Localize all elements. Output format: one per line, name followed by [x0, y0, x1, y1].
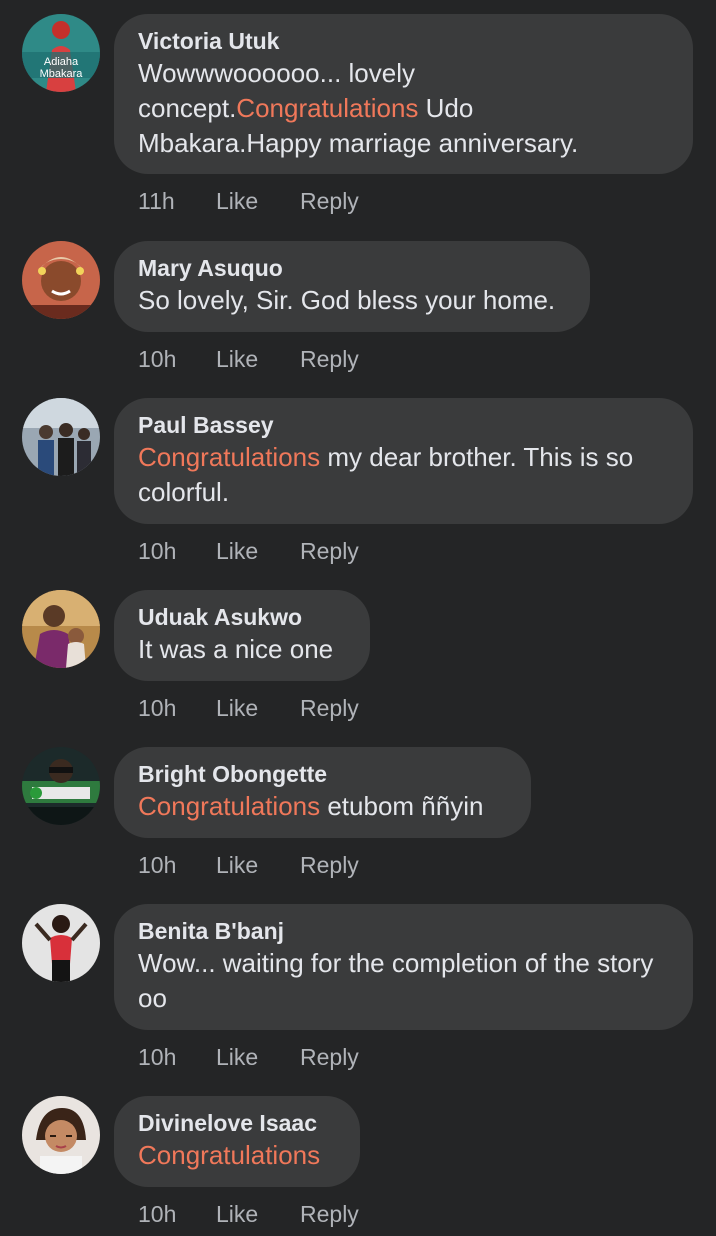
comment-author[interactable]: Paul Bassey: [138, 410, 669, 440]
like-button[interactable]: Like: [216, 693, 300, 723]
comment-text-part: etubom ññyin: [320, 791, 484, 821]
highlighted-word[interactable]: Congratulations: [138, 1140, 320, 1170]
comment-text: It was a nice one: [138, 634, 334, 664]
comment-actions: 10h Like Reply: [138, 850, 359, 880]
comment-author[interactable]: Mary Asuquo: [138, 253, 566, 283]
comment-author[interactable]: Bright Obongette: [138, 759, 507, 789]
comment-author[interactable]: Victoria Utuk: [138, 26, 669, 56]
reply-button[interactable]: Reply: [300, 186, 359, 216]
comment-bubble: Divinelove Isaac Congratulations: [114, 1096, 360, 1187]
avatar-image: [22, 590, 100, 668]
comment-bubble: Uduak Asukwo It was a nice one: [114, 590, 370, 681]
highlighted-word[interactable]: Congratulations: [236, 93, 418, 123]
comment-bubble: Victoria Utuk Wowwwoooooo... lovely conc…: [114, 14, 693, 174]
comment-actions: 10h Like Reply: [138, 1042, 359, 1072]
comment-actions: 10h Like Reply: [138, 344, 359, 374]
comment-author[interactable]: Benita B'banj: [138, 916, 669, 946]
comment-bubble: Paul Bassey Congratulations my dear brot…: [114, 398, 693, 524]
comment-bubble: Bright Obongette Congratulations etubom …: [114, 747, 531, 838]
comment-text-part: Wowwwoooooo... lovely: [138, 58, 415, 88]
comment-text: Congratulations etubom ññyin: [138, 789, 507, 824]
avatar-image: [22, 1096, 100, 1174]
comment-text: Wow... waiting for the completion of the…: [138, 948, 654, 1013]
avatar-caption-line-1: Adiaha: [44, 56, 79, 68]
reply-button[interactable]: Reply: [300, 850, 359, 880]
comment-text: So lovely, Sir. God bless your home.: [138, 285, 556, 315]
reply-button[interactable]: Reply: [300, 344, 359, 374]
comment-actions: 11h Like Reply: [138, 186, 359, 216]
avatar[interactable]: [22, 398, 100, 476]
avatar[interactable]: [22, 747, 100, 825]
like-button[interactable]: Like: [216, 850, 300, 880]
like-button[interactable]: Like: [216, 1042, 300, 1072]
comment-actions: 10h Like Reply: [138, 693, 359, 723]
avatar-image: [22, 398, 100, 476]
comment-timestamp[interactable]: 10h: [138, 693, 216, 723]
avatar[interactable]: [22, 590, 100, 668]
comment-timestamp[interactable]: 10h: [138, 536, 216, 566]
comment-text-part: Udo: [418, 93, 474, 123]
avatar-image: Adiaha Mbakara: [22, 14, 100, 92]
comment-actions: 10h Like Reply: [138, 536, 359, 566]
avatar-image: [22, 747, 100, 825]
like-button[interactable]: Like: [216, 344, 300, 374]
comment-bubble: Benita B'banj Wow... waiting for the com…: [114, 904, 693, 1030]
avatar-image: [22, 904, 100, 982]
avatar[interactable]: [22, 1096, 100, 1174]
comment-author[interactable]: Uduak Asukwo: [138, 602, 346, 632]
reply-button[interactable]: Reply: [300, 1199, 359, 1229]
comment-bubble: Mary Asuquo So lovely, Sir. God bless yo…: [114, 241, 590, 332]
comment-text: Congratulations my dear brother. This is…: [138, 440, 669, 510]
avatar[interactable]: Adiaha Mbakara: [22, 14, 100, 92]
avatar[interactable]: [22, 904, 100, 982]
avatar-caption-line-2: Mbakara: [40, 68, 84, 80]
comment-text-part: concept.: [138, 93, 237, 123]
comment-text: Congratulations: [138, 1138, 336, 1173]
like-button[interactable]: Like: [216, 1199, 300, 1229]
comment-actions: 10h Like Reply: [138, 1199, 359, 1229]
highlighted-word[interactable]: Congratulations: [138, 791, 320, 821]
comment-timestamp[interactable]: 10h: [138, 1042, 216, 1072]
reply-button[interactable]: Reply: [300, 536, 359, 566]
avatar[interactable]: [22, 241, 100, 319]
comment-timestamp[interactable]: 10h: [138, 344, 216, 374]
avatar-image: [22, 241, 100, 319]
comment-timestamp[interactable]: 10h: [138, 1199, 216, 1229]
comment-timestamp[interactable]: 10h: [138, 850, 216, 880]
like-button[interactable]: Like: [216, 536, 300, 566]
reply-button[interactable]: Reply: [300, 693, 359, 723]
comment-text-part: Mbakara.Happy marriage anniversary.: [138, 128, 579, 158]
reply-button[interactable]: Reply: [300, 1042, 359, 1072]
highlighted-word[interactable]: Congratulations: [138, 442, 320, 472]
comment-timestamp[interactable]: 11h: [138, 186, 216, 216]
comment-author[interactable]: Divinelove Isaac: [138, 1108, 336, 1138]
comment-text: Wowwwoooooo... lovely concept.Congratula…: [138, 56, 669, 161]
like-button[interactable]: Like: [216, 186, 300, 216]
